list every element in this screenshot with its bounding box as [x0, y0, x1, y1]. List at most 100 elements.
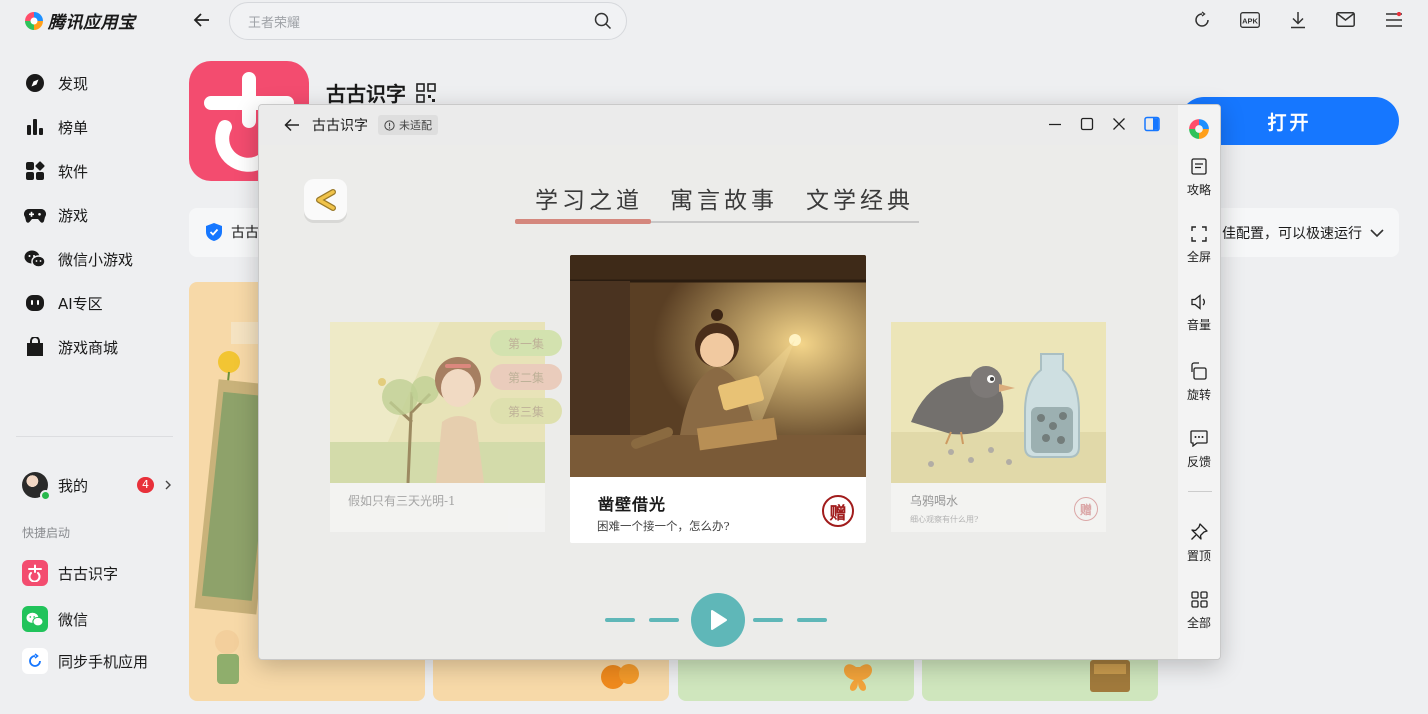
story-card-right[interactable]: 乌鸦喝水 细心观察有什么用? 赠	[891, 322, 1106, 532]
compat-badge-text: 未适配	[399, 119, 432, 132]
search-icon[interactable]	[594, 12, 612, 30]
toolbar-divider	[1188, 491, 1212, 492]
rotate-icon	[1191, 362, 1207, 380]
guide-icon	[1191, 158, 1207, 175]
quick-launch-title: 快捷启动	[22, 526, 71, 540]
apk-label: APK	[1242, 16, 1258, 25]
tencent-logo-icon[interactable]	[1188, 118, 1210, 140]
download-icon[interactable]	[1287, 9, 1308, 30]
nav-item-games[interactable]: 游戏	[24, 204, 88, 226]
nav-label: 榜单	[58, 118, 89, 137]
tab-fables[interactable]: 寓言故事	[670, 181, 778, 215]
search-placeholder: 王者荣耀	[248, 15, 301, 31]
tool-label: 攻略	[1186, 183, 1211, 197]
episode-tag-2[interactable]: 第二集	[490, 364, 562, 390]
tool-rotate[interactable]: 旋转	[1178, 362, 1220, 403]
nav-item-discover[interactable]: 发现	[24, 72, 88, 94]
gamepad-icon	[24, 204, 46, 226]
performance-info-text: 佳配置，可以极速运行	[1222, 226, 1362, 242]
nav-label: 软件	[58, 162, 89, 181]
search-input[interactable]: 王者荣耀	[229, 2, 627, 40]
page-indicator[interactable]	[797, 618, 827, 622]
refresh-icon[interactable]	[1191, 9, 1212, 30]
gift-badge[interactable]: 赠	[822, 495, 854, 527]
top-toolbar: APK	[1191, 9, 1404, 30]
tool-fullscreen[interactable]: 全屏	[1178, 226, 1220, 265]
gugu-app-icon	[22, 560, 48, 586]
tool-label: 全部	[1186, 616, 1211, 630]
back-arrow-icon[interactable]	[284, 117, 300, 133]
tencent-logo-icon	[25, 11, 43, 30]
tool-feedback[interactable]: 反馈	[1178, 430, 1220, 470]
tool-pin[interactable]: 置顶	[1178, 523, 1220, 564]
nav-label: AI专区	[58, 294, 103, 313]
play-button[interactable]	[691, 593, 745, 647]
shield-icon	[206, 223, 222, 241]
sync-phone-icon	[22, 648, 48, 674]
tab-active-indicator	[515, 219, 651, 224]
pin-icon	[1191, 523, 1208, 540]
online-status-dot	[40, 490, 51, 501]
all-apps-icon	[1190, 591, 1208, 608]
story-title: 乌鸦喝水	[910, 494, 959, 508]
qr-code-icon[interactable]	[416, 82, 436, 103]
gift-badge[interactable]: 赠	[1074, 497, 1098, 521]
apk-icon[interactable]: APK	[1239, 9, 1260, 30]
minimize-icon[interactable]	[1048, 117, 1062, 131]
play-icon	[711, 610, 727, 630]
menu-icon[interactable]	[1383, 9, 1404, 30]
app-store-logo[interactable]: 腾讯应用宝	[24, 8, 136, 33]
tool-label: 反馈	[1186, 455, 1211, 469]
nav-item-ai[interactable]: AI专区	[24, 292, 103, 314]
nav-label: 微信小游戏	[58, 250, 134, 269]
window-controls	[1048, 116, 1160, 132]
page-indicator[interactable]	[753, 618, 783, 622]
game-back-button[interactable]	[304, 179, 347, 220]
chevron-down-icon	[1370, 229, 1384, 238]
ai-bot-icon	[24, 292, 46, 314]
page-indicator[interactable]	[649, 618, 679, 622]
tool-label: 音量	[1186, 318, 1211, 332]
avatar[interactable]	[22, 472, 51, 501]
back-arrow-icon[interactable]	[192, 10, 212, 30]
episode-tag-1[interactable]: 第一集	[490, 330, 562, 356]
compat-badge: 未适配	[378, 115, 438, 135]
close-icon[interactable]	[1112, 117, 1126, 131]
tool-volume[interactable]: 音量	[1178, 294, 1220, 333]
nav-item-game-store[interactable]: 游戏商城	[24, 336, 118, 358]
nav-item-software[interactable]: 软件	[24, 160, 88, 182]
tab-classics[interactable]: 文学经典	[806, 181, 914, 215]
nav-label: 游戏商城	[58, 338, 119, 357]
quick-launch-gugu[interactable]: 古古识字	[22, 560, 118, 586]
tab-study[interactable]: 学习之道	[535, 181, 643, 215]
wechat-app-icon	[22, 606, 48, 632]
story-title: 凿壁借光	[598, 495, 667, 514]
tool-label: 全屏	[1186, 250, 1211, 264]
tool-label: 旋转	[1186, 388, 1211, 402]
app-name-text: 古古识字	[326, 82, 406, 106]
quick-launch-wechat[interactable]: 微信	[22, 606, 88, 632]
quick-launch-label: 古古识字	[58, 564, 119, 583]
page-indicator[interactable]	[605, 618, 635, 622]
window-side-toolbar: 攻略 全屏 音量 旋转 反馈 置顶 全部	[1178, 105, 1220, 659]
episode-tag-3[interactable]: 第三集	[490, 398, 562, 424]
chevron-left-icon	[315, 188, 336, 211]
app-window: 古古识字 未适配 攻略 全屏 音量 旋转 反馈 置顶 全部 学习之道 寓言故事 …	[258, 104, 1221, 660]
story-card-main[interactable]: 凿壁借光 困难一个接一个，怎么办? 赠	[570, 255, 866, 543]
nav-item-wechat-games[interactable]: 微信小游戏	[24, 248, 133, 270]
game-viewport: 学习之道 寓言故事 文学经典 第一集 第二集 第三集 假如只有三天光明-1 凿壁…	[259, 145, 1178, 659]
quick-launch-sync[interactable]: 同步手机应用	[22, 648, 148, 674]
my-profile-row[interactable]: 我的 4	[22, 472, 172, 501]
app-store-name: 腾讯应用宝	[48, 13, 136, 33]
story-title: 假如只有三天光明-1	[348, 494, 456, 508]
tool-guide[interactable]: 攻略	[1178, 158, 1220, 198]
story-illustration	[570, 255, 866, 477]
apps-grid-icon	[24, 160, 46, 182]
mail-icon[interactable]	[1335, 9, 1356, 30]
nav-item-charts[interactable]: 榜单	[24, 116, 88, 138]
story-card-left[interactable]: 第一集 第二集 第三集 假如只有三天光明-1	[330, 322, 562, 532]
tool-all[interactable]: 全部	[1178, 591, 1220, 631]
performance-info[interactable]: 佳配置，可以极速运行	[1222, 223, 1384, 243]
sidebar-toggle-icon[interactable]	[1144, 116, 1160, 132]
maximize-icon[interactable]	[1080, 117, 1094, 131]
